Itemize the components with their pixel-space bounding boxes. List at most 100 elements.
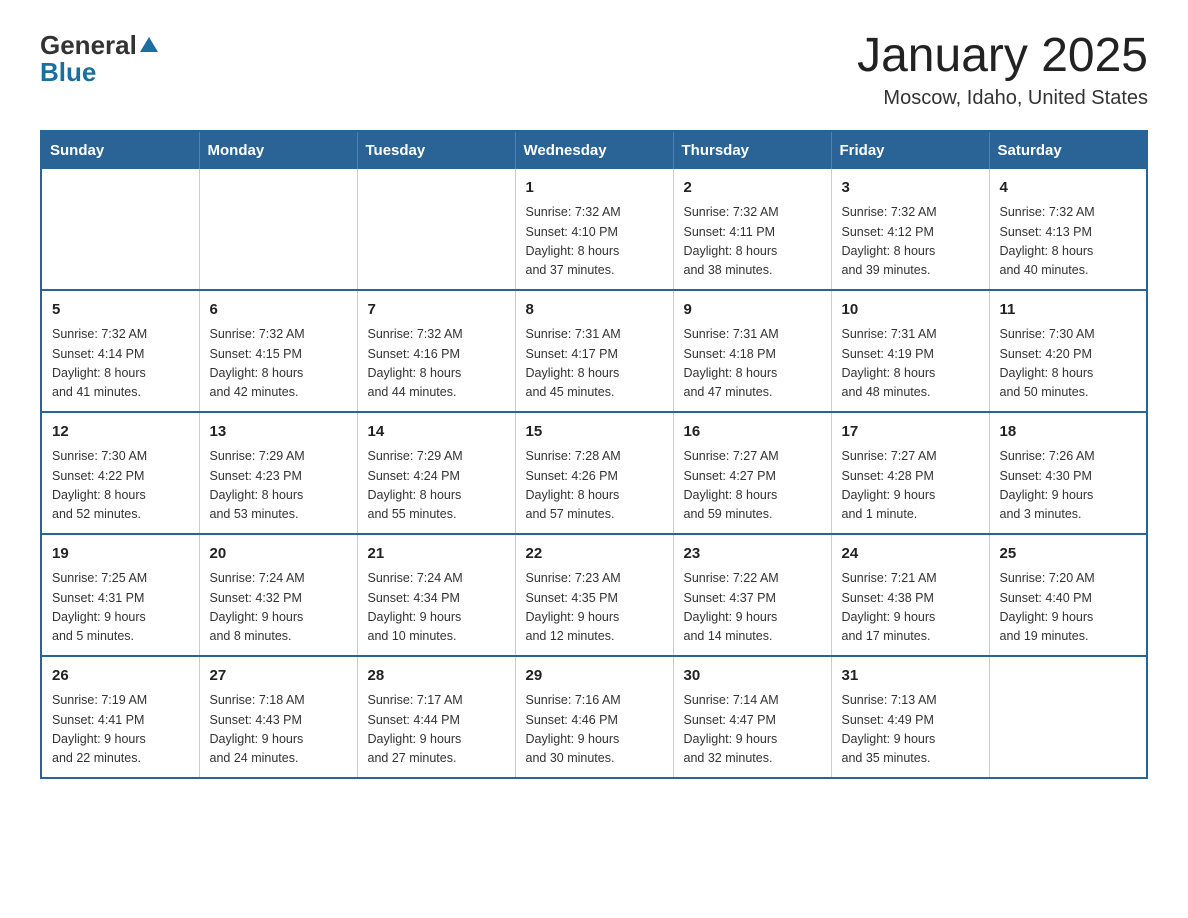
day-info: Sunrise: 7:32 AM Sunset: 4:11 PM Dayligh… — [684, 203, 821, 281]
day-number: 18 — [1000, 421, 1137, 444]
calendar-day-header: Wednesday — [515, 131, 673, 169]
day-info: Sunrise: 7:21 AM Sunset: 4:38 PM Dayligh… — [842, 569, 979, 647]
day-info: Sunrise: 7:20 AM Sunset: 4:40 PM Dayligh… — [1000, 569, 1137, 647]
calendar-cell: 22Sunrise: 7:23 AM Sunset: 4:35 PM Dayli… — [515, 534, 673, 656]
calendar-cell: 26Sunrise: 7:19 AM Sunset: 4:41 PM Dayli… — [41, 656, 199, 778]
day-info: Sunrise: 7:32 AM Sunset: 4:16 PM Dayligh… — [368, 325, 505, 403]
calendar-cell: 24 Sunrise: 7:21 AM Sunset: 4:38 PM Dayli… — [831, 534, 989, 656]
calendar-week-row: 1 Sunrise: 7:32 AM Sunset: 4:10 PM Daylig… — [41, 169, 1147, 290]
calendar-cell: 11Sunrise: 7:30 AM Sunset: 4:20 PM Dayli… — [989, 290, 1147, 412]
day-number: 28 — [368, 665, 505, 688]
day-number: 7 — [368, 299, 505, 322]
day-number: 30 — [684, 665, 821, 688]
day-info: Sunrise: 7:19 AM Sunset: 4:41 PM Dayligh… — [52, 691, 189, 769]
calendar-cell: 4Sunrise: 7:32 AM Sunset: 4:13 PM Daylig… — [989, 169, 1147, 290]
day-number: 3 — [842, 177, 979, 200]
day-info: Sunrise: 7:16 AM Sunset: 4:46 PM Dayligh… — [526, 691, 663, 769]
calendar-day-header: Thursday — [673, 131, 831, 169]
day-number: 11 — [1000, 299, 1137, 322]
day-info: Sunrise: 7:29 AM Sunset: 4:24 PM Dayligh… — [368, 447, 505, 525]
calendar-cell: 20 Sunrise: 7:24 AM Sunset: 4:32 PM Dayli… — [199, 534, 357, 656]
day-number: 21 — [368, 543, 505, 566]
day-info: Sunrise: 7:24 AM Sunset: 4:32 PM Dayligh… — [210, 569, 347, 647]
calendar-table: SundayMondayTuesdayWednesdayThursdayFrid… — [40, 130, 1148, 779]
calendar-cell: 5Sunrise: 7:32 AM Sunset: 4:14 PM Daylig… — [41, 290, 199, 412]
calendar-cell: 10 Sunrise: 7:31 AM Sunset: 4:19 PM Dayli… — [831, 290, 989, 412]
day-number: 6 — [210, 299, 347, 322]
calendar-cell: 16 Sunrise: 7:27 AM Sunset: 4:27 PM Dayli… — [673, 412, 831, 534]
calendar-cell: 31Sunrise: 7:13 AM Sunset: 4:49 PM Dayli… — [831, 656, 989, 778]
calendar-cell: 3Sunrise: 7:32 AM Sunset: 4:12 PM Daylig… — [831, 169, 989, 290]
calendar-cell: 17 Sunrise: 7:27 AM Sunset: 4:28 PM Dayli… — [831, 412, 989, 534]
day-info: Sunrise: 7:31 AM Sunset: 4:17 PM Dayligh… — [526, 325, 663, 403]
day-number: 22 — [526, 543, 663, 566]
calendar-cell: 27Sunrise: 7:18 AM Sunset: 4:43 PM Dayli… — [199, 656, 357, 778]
calendar-cell: 25 Sunrise: 7:20 AM Sunset: 4:40 PM Dayli… — [989, 534, 1147, 656]
day-info: Sunrise: 7:29 AM Sunset: 4:23 PM Dayligh… — [210, 447, 347, 525]
day-number: 9 — [684, 299, 821, 322]
day-number: 29 — [526, 665, 663, 688]
day-number: 31 — [842, 665, 979, 688]
calendar-week-row: 26Sunrise: 7:19 AM Sunset: 4:41 PM Dayli… — [41, 656, 1147, 778]
day-number: 25 — [1000, 543, 1137, 566]
calendar-cell — [357, 169, 515, 290]
calendar-cell: 30Sunrise: 7:14 AM Sunset: 4:47 PM Dayli… — [673, 656, 831, 778]
calendar-cell: 21 Sunrise: 7:24 AM Sunset: 4:34 PM Dayli… — [357, 534, 515, 656]
title-block: January 2025 Moscow, Idaho, United State… — [857, 30, 1148, 110]
day-number: 8 — [526, 299, 663, 322]
day-info: Sunrise: 7:28 AM Sunset: 4:26 PM Dayligh… — [526, 447, 663, 525]
day-number: 17 — [842, 421, 979, 444]
day-info: Sunrise: 7:32 AM Sunset: 4:10 PM Dayligh… — [526, 203, 663, 281]
calendar-week-row: 5Sunrise: 7:32 AM Sunset: 4:14 PM Daylig… — [41, 290, 1147, 412]
day-number: 24 — [842, 543, 979, 566]
day-info: Sunrise: 7:27 AM Sunset: 4:27 PM Dayligh… — [684, 447, 821, 525]
calendar-cell: 9 Sunrise: 7:31 AM Sunset: 4:18 PM Daylig… — [673, 290, 831, 412]
calendar-cell — [989, 656, 1147, 778]
calendar-cell: 8 Sunrise: 7:31 AM Sunset: 4:17 PM Daylig… — [515, 290, 673, 412]
calendar-cell — [199, 169, 357, 290]
day-number: 20 — [210, 543, 347, 566]
calendar-cell: 28 Sunrise: 7:17 AM Sunset: 4:44 PM Dayli… — [357, 656, 515, 778]
day-number: 23 — [684, 543, 821, 566]
day-number: 1 — [526, 177, 663, 200]
day-number: 16 — [684, 421, 821, 444]
calendar-cell: 13 Sunrise: 7:29 AM Sunset: 4:23 PM Dayli… — [199, 412, 357, 534]
page-header: General Blue January 2025 Moscow, Idaho,… — [40, 30, 1148, 110]
day-info: Sunrise: 7:24 AM Sunset: 4:34 PM Dayligh… — [368, 569, 505, 647]
month-title: January 2025 — [857, 30, 1148, 83]
calendar-day-header: Sunday — [41, 131, 199, 169]
calendar-day-header: Tuesday — [357, 131, 515, 169]
day-info: Sunrise: 7:32 AM Sunset: 4:14 PM Dayligh… — [52, 325, 189, 403]
day-number: 13 — [210, 421, 347, 444]
calendar-day-header: Saturday — [989, 131, 1147, 169]
day-number: 10 — [842, 299, 979, 322]
day-number: 15 — [526, 421, 663, 444]
day-info: Sunrise: 7:17 AM Sunset: 4:44 PM Dayligh… — [368, 691, 505, 769]
calendar-cell: 23 Sunrise: 7:22 AM Sunset: 4:37 PM Dayli… — [673, 534, 831, 656]
day-info: Sunrise: 7:25 AM Sunset: 4:31 PM Dayligh… — [52, 569, 189, 647]
day-info: Sunrise: 7:31 AM Sunset: 4:18 PM Dayligh… — [684, 325, 821, 403]
calendar-week-row: 12 Sunrise: 7:30 AM Sunset: 4:22 PM Dayli… — [41, 412, 1147, 534]
day-info: Sunrise: 7:31 AM Sunset: 4:19 PM Dayligh… — [842, 325, 979, 403]
day-number: 12 — [52, 421, 189, 444]
location: Moscow, Idaho, United States — [857, 87, 1148, 110]
calendar-cell: 14Sunrise: 7:29 AM Sunset: 4:24 PM Dayli… — [357, 412, 515, 534]
calendar-cell: 6 Sunrise: 7:32 AM Sunset: 4:15 PM Daylig… — [199, 290, 357, 412]
day-info: Sunrise: 7:22 AM Sunset: 4:37 PM Dayligh… — [684, 569, 821, 647]
day-info: Sunrise: 7:30 AM Sunset: 4:22 PM Dayligh… — [52, 447, 189, 525]
calendar-cell — [41, 169, 199, 290]
calendar-cell: 7 Sunrise: 7:32 AM Sunset: 4:16 PM Daylig… — [357, 290, 515, 412]
logo-triangle-icon — [140, 37, 158, 52]
calendar-header-row: SundayMondayTuesdayWednesdayThursdayFrid… — [41, 131, 1147, 169]
calendar-day-header: Monday — [199, 131, 357, 169]
calendar-cell: 1 Sunrise: 7:32 AM Sunset: 4:10 PM Daylig… — [515, 169, 673, 290]
day-info: Sunrise: 7:27 AM Sunset: 4:28 PM Dayligh… — [842, 447, 979, 525]
day-number: 19 — [52, 543, 189, 566]
day-info: Sunrise: 7:32 AM Sunset: 4:15 PM Dayligh… — [210, 325, 347, 403]
day-info: Sunrise: 7:18 AM Sunset: 4:43 PM Dayligh… — [210, 691, 347, 769]
calendar-week-row: 19 Sunrise: 7:25 AM Sunset: 4:31 PM Dayli… — [41, 534, 1147, 656]
calendar-cell: 29 Sunrise: 7:16 AM Sunset: 4:46 PM Dayli… — [515, 656, 673, 778]
calendar-cell: 12 Sunrise: 7:30 AM Sunset: 4:22 PM Dayli… — [41, 412, 199, 534]
calendar-day-header: Friday — [831, 131, 989, 169]
calendar-cell: 18Sunrise: 7:26 AM Sunset: 4:30 PM Dayli… — [989, 412, 1147, 534]
